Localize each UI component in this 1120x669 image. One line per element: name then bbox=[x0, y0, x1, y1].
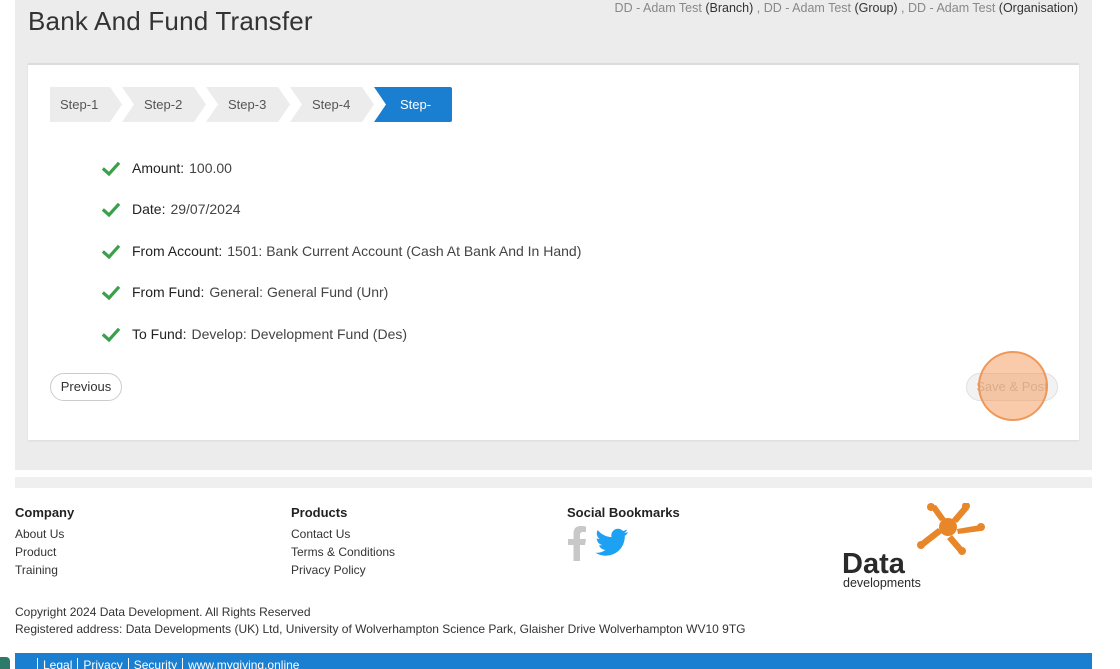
summary-label: To Fund: bbox=[132, 325, 187, 342]
summary-to-fund: To Fund: Develop: Development Fund (Des) bbox=[102, 313, 581, 355]
summary-from-fund: From Fund: General: General Fund (Unr) bbox=[102, 272, 581, 314]
step-2-tab[interactable]: Step-2 bbox=[122, 87, 206, 122]
bottom-link-website[interactable]: www.mygiving.online bbox=[182, 658, 304, 669]
summary-value: 100.00 bbox=[189, 159, 232, 176]
step-4-tab[interactable]: Step-4 bbox=[290, 87, 374, 122]
page-title: Bank And Fund Transfer bbox=[28, 6, 313, 36]
footer-link-training[interactable]: Training bbox=[15, 561, 74, 579]
footer-heading: Products bbox=[291, 505, 348, 520]
summary-list: Amount: 100.00 Date: 29/07/2024 From Acc… bbox=[102, 147, 581, 355]
step-5-tab[interactable]: Step-5 bbox=[374, 87, 452, 122]
footer-link-product[interactable]: Product bbox=[15, 543, 74, 561]
previous-button[interactable]: Previous bbox=[50, 373, 122, 401]
footer-company: Company About Us Product Training bbox=[15, 505, 74, 579]
summary-value: Develop: Development Fund (Des) bbox=[191, 325, 408, 342]
summary-label: Amount: bbox=[132, 159, 185, 176]
group-name: DD - Adam Test bbox=[763, 1, 852, 15]
check-icon bbox=[102, 327, 120, 343]
footer-social: Social Bookmarks bbox=[567, 505, 680, 561]
summary-value: 29/07/2024 bbox=[170, 201, 241, 218]
social-icons bbox=[567, 525, 680, 561]
step-3-tab[interactable]: Step-3 bbox=[206, 87, 290, 122]
twitter-icon[interactable] bbox=[595, 528, 629, 558]
registered-address: Registered address: Data Developments (U… bbox=[15, 622, 746, 636]
svg-text:developments: developments bbox=[843, 576, 921, 590]
branch-name: DD - Adam Test bbox=[614, 1, 702, 15]
bottom-bar: Legal Privacy Security www.mygiving.onli… bbox=[15, 653, 1092, 669]
copyright-block: Copyright 2024 Data Development. All Rig… bbox=[15, 604, 746, 638]
footer-link-contact[interactable]: Contact Us bbox=[291, 525, 395, 543]
footer-products: Products Contact Us Terms & Conditions P… bbox=[291, 505, 395, 579]
check-icon bbox=[102, 244, 120, 260]
bottom-link-security[interactable]: Security bbox=[127, 658, 182, 669]
footer-heading: Company bbox=[15, 505, 75, 520]
step-1-tab[interactable]: Step-1 bbox=[50, 87, 122, 122]
bottom-links: Legal Privacy Security www.mygiving.onli… bbox=[37, 658, 304, 669]
summary-value: General: General Fund (Unr) bbox=[209, 284, 389, 301]
summary-amount: Amount: 100.00 bbox=[102, 147, 581, 189]
summary-value: 1501: Bank Current Account (Cash At Bank… bbox=[227, 242, 582, 259]
corner-tab bbox=[0, 657, 10, 669]
branch-tag: (Branch) bbox=[705, 1, 754, 15]
footer-link-about[interactable]: About Us bbox=[15, 525, 74, 543]
check-icon bbox=[102, 285, 120, 301]
org-tag: (Organisation) bbox=[998, 1, 1078, 15]
bottom-link-privacy[interactable]: Privacy bbox=[77, 658, 127, 669]
data-developments-logo: Data developments bbox=[840, 502, 990, 593]
bottom-link-legal[interactable]: Legal bbox=[37, 658, 77, 669]
check-icon bbox=[102, 202, 120, 218]
org-name: DD - Adam Test bbox=[908, 1, 996, 15]
check-icon bbox=[102, 161, 120, 177]
summary-label: From Account: bbox=[132, 242, 223, 259]
summary-date: Date: 29/07/2024 bbox=[102, 189, 581, 231]
context-breadcrumb: DD - Adam Test (Branch) , DD - Adam Test… bbox=[614, 1, 1078, 15]
footer-heading: Social Bookmarks bbox=[567, 505, 680, 520]
footer-link-privacy[interactable]: Privacy Policy bbox=[291, 561, 395, 579]
summary-label: Date: bbox=[132, 201, 166, 218]
wizard-card: Step-1 Step-2 Step-3 Step-4 Step-5 Amoun… bbox=[28, 63, 1079, 440]
copyright-text: Copyright 2024 Data Development. All Rig… bbox=[15, 605, 311, 619]
summary-from-account: From Account: 1501: Bank Current Account… bbox=[102, 230, 581, 272]
group-tag: (Group) bbox=[854, 1, 898, 15]
footer-divider bbox=[15, 477, 1092, 488]
logo-mark-icon: Data developments bbox=[842, 502, 985, 590]
wizard-steps: Step-1 Step-2 Step-3 Step-4 Step-5 bbox=[50, 87, 454, 122]
summary-label: From Fund: bbox=[132, 284, 205, 301]
footer-link-terms[interactable]: Terms & Conditions bbox=[291, 543, 395, 561]
facebook-icon[interactable] bbox=[567, 525, 587, 561]
save-and-post-button[interactable]: Save & Post bbox=[966, 373, 1058, 401]
